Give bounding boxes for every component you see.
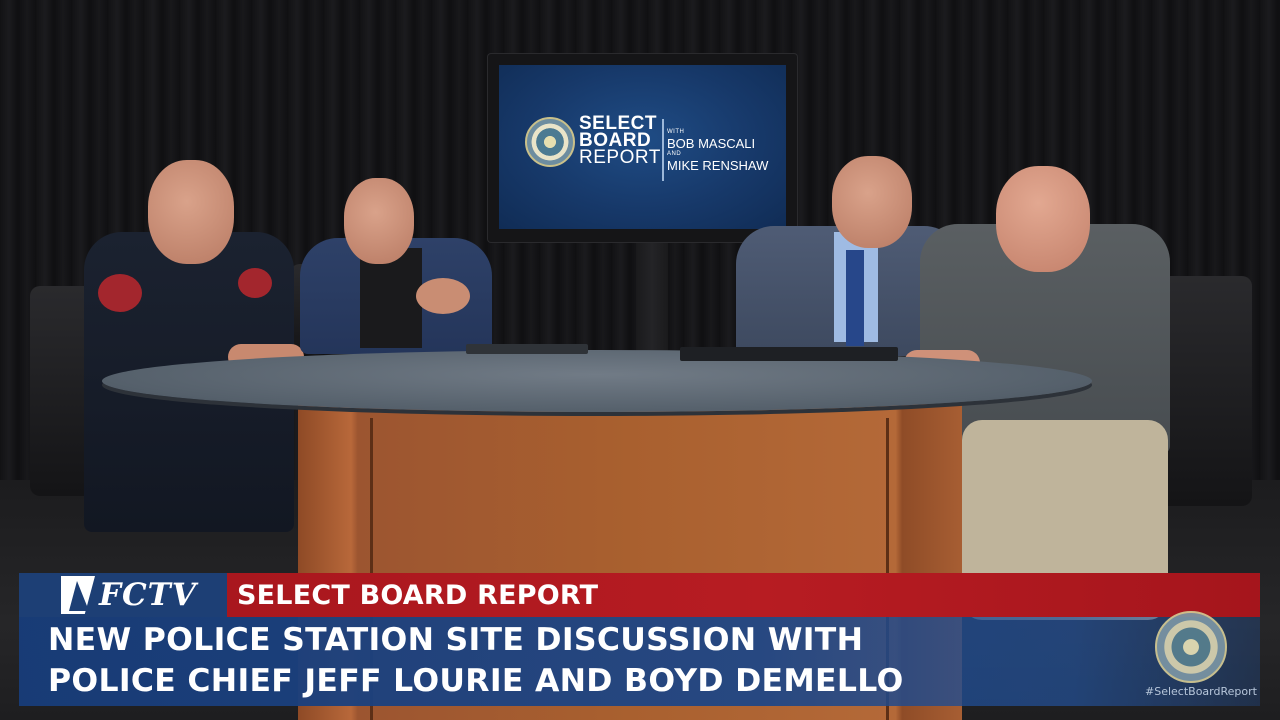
lower-third-top-band: FCTV SELECT BOARD REPORT <box>19 573 1260 617</box>
monitor-stand <box>636 242 668 352</box>
show-title-line3: REPORT <box>579 147 661 168</box>
folder <box>680 347 898 361</box>
and-label: AND <box>667 151 682 157</box>
papers <box>466 344 588 354</box>
host-name-1: BOB MASCALI <box>667 136 756 151</box>
town-seal-icon <box>1155 611 1227 683</box>
monitor-screen: SELECT BOARD REPORT WITH BOB MASCALI AND… <box>499 65 786 229</box>
sail-logo-icon <box>59 573 101 617</box>
with-label: WITH <box>667 129 685 135</box>
lower-third-headline-band: NEW POLICE STATION SITE DISCUSSION WITH … <box>19 617 1260 706</box>
show-title: SELECT BOARD REPORT <box>579 114 661 168</box>
hashtag: #SelectBoardReport <box>1145 685 1257 698</box>
title-divider <box>662 119 664 181</box>
headline-line-1: NEW POLICE STATION SITE DISCUSSION WITH <box>48 622 864 658</box>
headline: NEW POLICE STATION SITE DISCUSSION WITH … <box>48 620 904 702</box>
show-hosts: WITH BOB MASCALI AND MIKE RENSHAW <box>667 129 768 173</box>
desk-top <box>102 350 1092 412</box>
segment-title: SELECT BOARD REPORT <box>237 580 599 611</box>
headline-line-2: POLICE CHIEF JEFF LOURIE AND BOYD DEMELL… <box>48 663 904 699</box>
fctv-logo: FCTV <box>19 573 227 617</box>
town-seal-icon <box>525 117 575 167</box>
logo-text: FCTV <box>99 577 197 613</box>
studio-monitor: SELECT BOARD REPORT WITH BOB MASCALI AND… <box>488 54 797 242</box>
host-name-2: MIKE RENSHAW <box>667 158 769 173</box>
lower-third: FCTV SELECT BOARD REPORT NEW POLICE STAT… <box>19 573 1260 706</box>
